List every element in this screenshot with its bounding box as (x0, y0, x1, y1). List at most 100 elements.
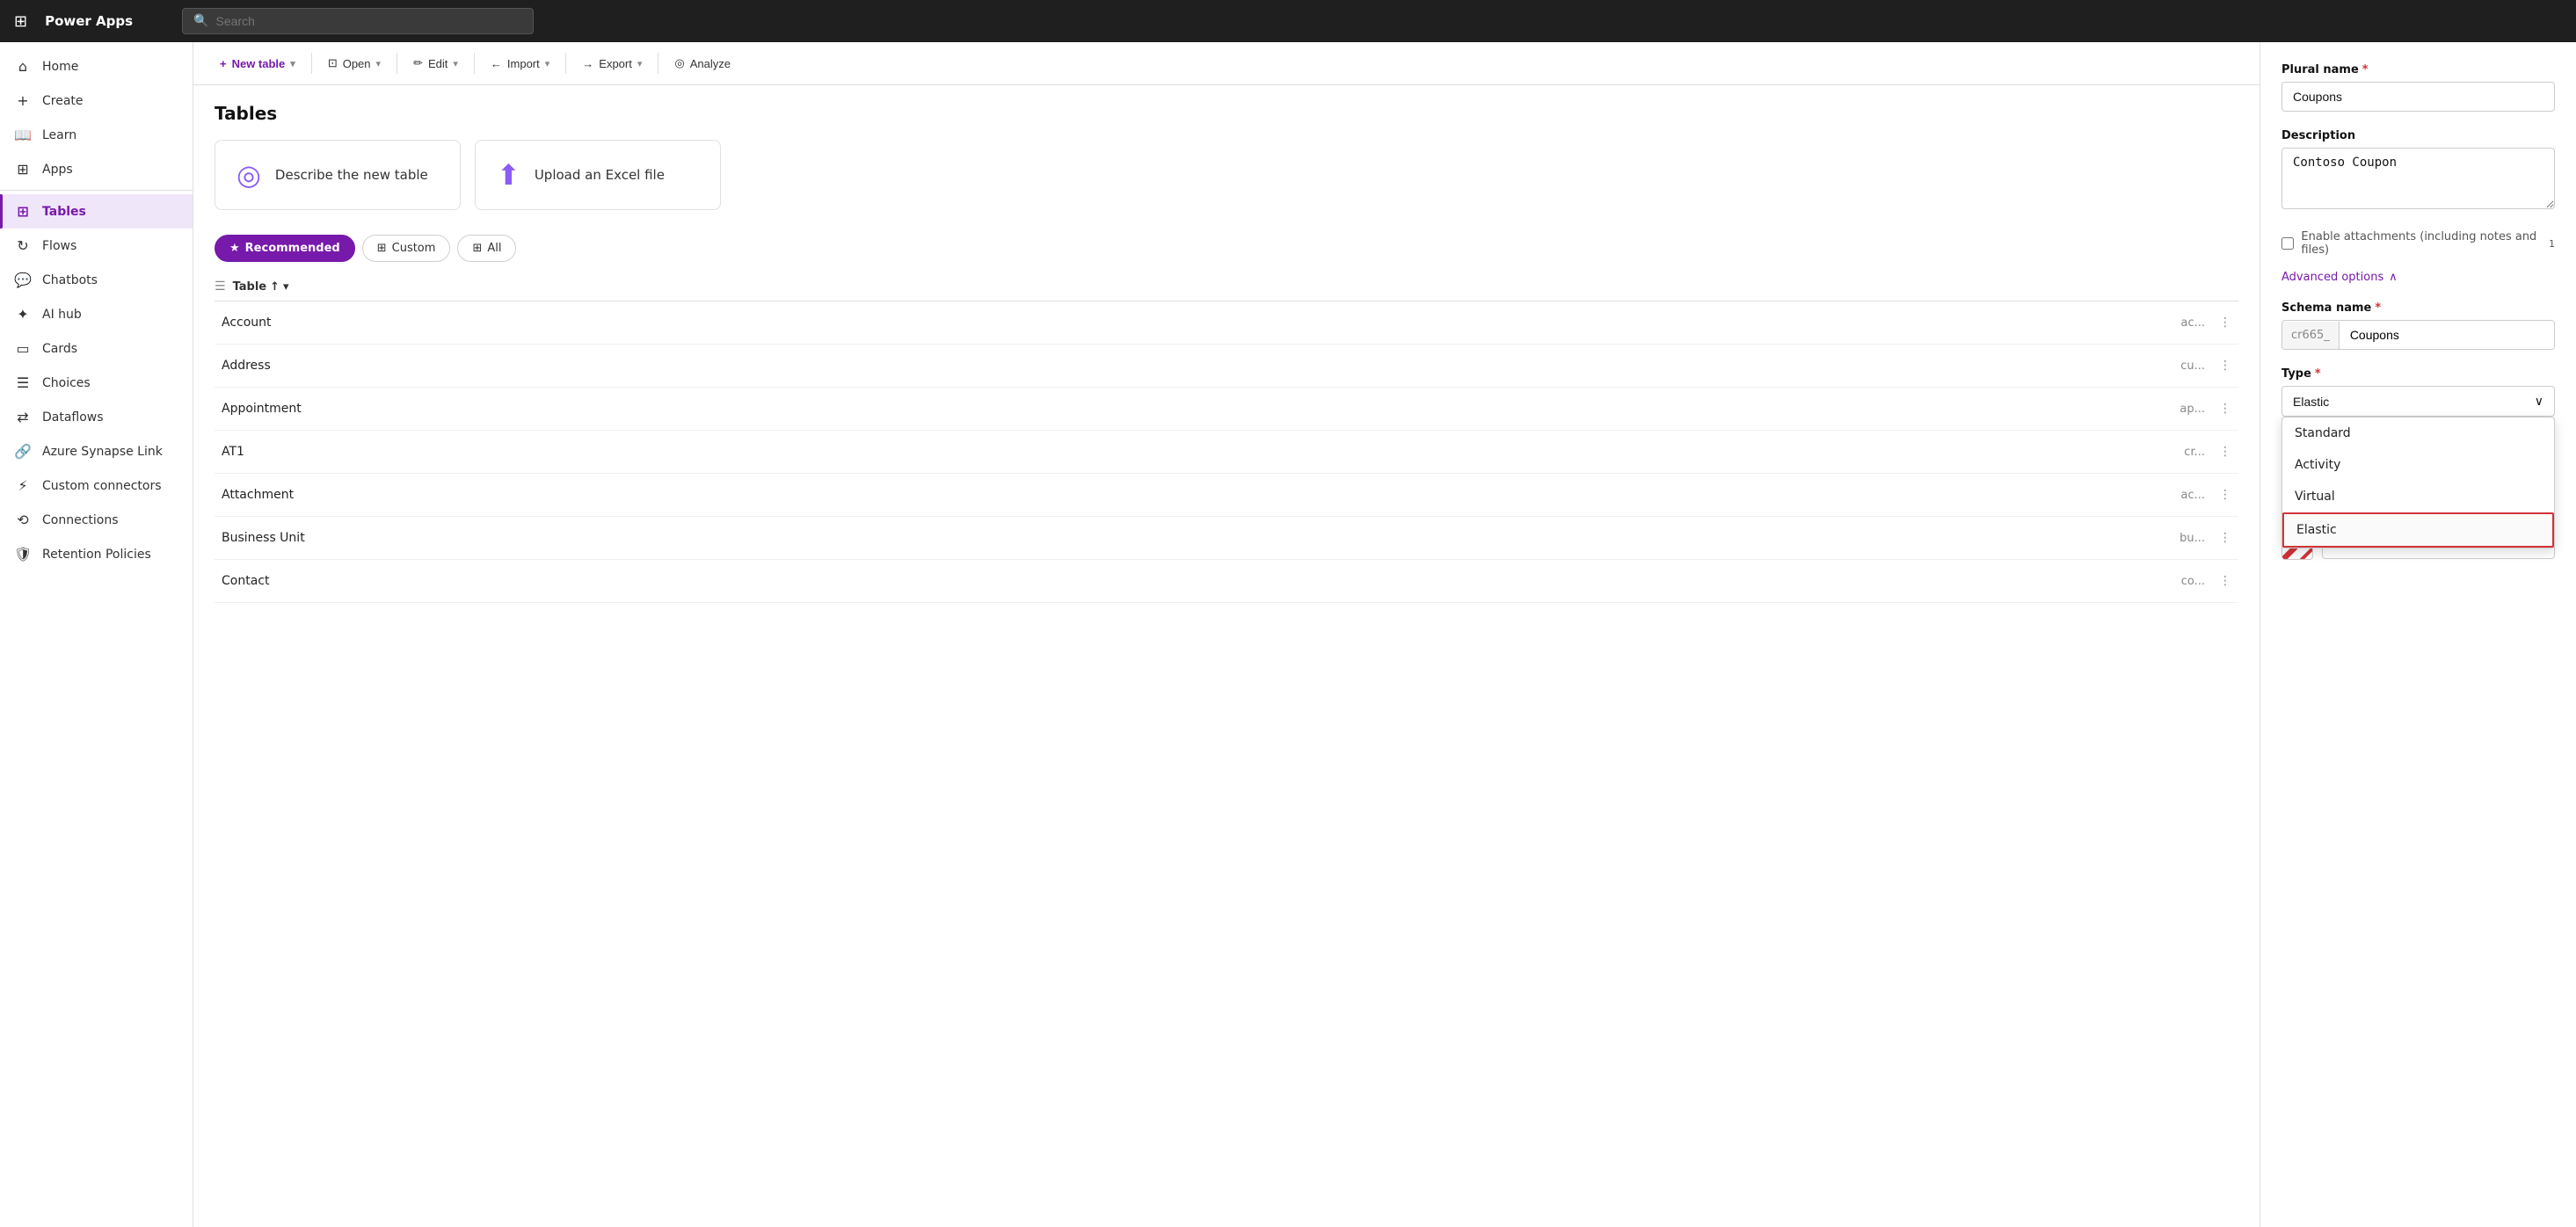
describe-table-card[interactable]: ◎ Describe the new table (215, 140, 461, 210)
flows-icon: ↻ (14, 237, 32, 254)
tab-all[interactable]: ⊞ All (457, 235, 516, 262)
waffle-icon[interactable]: ⊞ (11, 9, 31, 34)
list-icon: ☰ (215, 280, 226, 294)
sidebar-item-cards[interactable]: ▭ Cards (0, 331, 193, 366)
plural-name-input[interactable] (2281, 82, 2555, 112)
plus-icon: + (220, 57, 227, 70)
open-label: Open (343, 57, 371, 70)
page-title: Tables (193, 85, 2259, 133)
table-list-header: ☰ Table ↑ ▾ (215, 272, 2238, 301)
sort-up-icon: ↑ (270, 280, 280, 294)
sidebar-item-connections[interactable]: ⟲ Connections (0, 503, 193, 537)
description-textarea[interactable]: Contoso Coupon (2281, 148, 2555, 209)
schema-name-group: Schema name * cr665_ (2281, 301, 2555, 350)
table-row[interactable]: AT1 cr... ⋮ (215, 431, 2238, 474)
all-label: All (487, 242, 501, 255)
sidebar-label-home: Home (42, 60, 78, 74)
schema-name-required: * (2375, 301, 2381, 315)
new-table-button[interactable]: + New table ▾ (211, 52, 304, 76)
type-option-virtual[interactable]: Virtual (2282, 481, 2554, 512)
create-icon: + (14, 92, 32, 109)
sidebar-item-chatbots[interactable]: 💬 Chatbots (0, 263, 193, 297)
table-col-sort[interactable]: Table ↑ ▾ (233, 280, 289, 294)
type-group: Type * Elastic ∨ Standard Activity Virtu (2281, 367, 2555, 417)
table-row-code: co... (2159, 575, 2212, 588)
table-row[interactable]: Account ac... ⋮ (215, 301, 2238, 345)
toolbar-sep-5 (658, 53, 659, 74)
sidebar-label-chatbots: Chatbots (42, 273, 98, 287)
enable-attachments-label: Enable attachments (including notes and … (2301, 230, 2542, 257)
type-select-button[interactable]: Elastic ∨ (2281, 386, 2555, 417)
toolbar-sep-3 (474, 53, 475, 74)
type-option-activity[interactable]: Activity (2282, 449, 2554, 481)
upload-excel-icon: ⬆ (497, 158, 520, 192)
sidebar-label-learn: Learn (42, 128, 76, 142)
description-group: Description Contoso Coupon (2281, 129, 2555, 213)
enable-attachments-checkbox[interactable] (2281, 236, 2294, 250)
sidebar-item-dataflows[interactable]: ⇄ Dataflows (0, 400, 193, 434)
sidebar-item-customconnectors[interactable]: ⚡ Custom connectors (0, 468, 193, 503)
azuresynapse-icon: 🔗 (14, 443, 32, 460)
table-row-more-button[interactable]: ⋮ (2212, 441, 2238, 462)
aihub-icon: ✦ (14, 306, 32, 323)
advanced-options-toggle[interactable]: Advanced options ∧ (2281, 271, 2555, 284)
table-row[interactable]: Contact co... ⋮ (215, 560, 2238, 603)
tab-custom[interactable]: ⊞ Custom (362, 235, 451, 262)
table-row-code: bu... (2159, 532, 2212, 545)
search-input[interactable] (216, 14, 523, 28)
type-option-elastic[interactable]: Elastic (2282, 512, 2554, 548)
table-row-more-button[interactable]: ⋮ (2212, 398, 2238, 419)
table-row-name: Address (215, 359, 2159, 373)
main-content: + New table ▾ ⊡ Open ▾ ✏ Edit ▾ ← Import… (193, 42, 2259, 1227)
sidebar-item-flows[interactable]: ↻ Flows (0, 229, 193, 263)
schema-name-label-text: Schema name * (2281, 301, 2555, 315)
sidebar: ⌂ Home + Create 📖 Learn ⊞ Apps ⊞ Tables … (0, 42, 193, 1227)
type-option-standard[interactable]: Standard (2282, 417, 2554, 449)
edit-button[interactable]: ✏ Edit ▾ (404, 51, 467, 76)
sidebar-divider-1 (0, 190, 193, 191)
sidebar-item-retentionpolicies[interactable]: 🛡 Retention Policies (0, 537, 193, 571)
plural-name-label-text: Plural name * (2281, 63, 2555, 76)
upload-excel-card[interactable]: ⬆ Upload an Excel file (475, 140, 721, 210)
table-row-name: Contact (215, 574, 2159, 588)
table-row-more-button[interactable]: ⋮ (2212, 355, 2238, 376)
table-row[interactable]: Attachment ac... ⋮ (215, 474, 2238, 517)
sidebar-label-create: Create (42, 94, 84, 108)
table-row-more-button[interactable]: ⋮ (2212, 484, 2238, 505)
sidebar-label-retentionpolicies: Retention Policies (42, 548, 151, 562)
sidebar-item-create[interactable]: + Create (0, 83, 193, 118)
sidebar-item-learn[interactable]: 📖 Learn (0, 118, 193, 152)
export-label: Export (599, 57, 632, 70)
sidebar-item-azuresynapse[interactable]: 🔗 Azure Synapse Link (0, 434, 193, 468)
sidebar-label-aihub: AI hub (42, 308, 82, 322)
open-button[interactable]: ⊡ Open ▾ (319, 51, 389, 76)
recommended-icon: ★ (229, 242, 240, 255)
import-label: Import (507, 57, 540, 70)
sidebar-item-home[interactable]: ⌂ Home (0, 49, 193, 83)
table-row[interactable]: Address cu... ⋮ (215, 345, 2238, 388)
brand-label: Power Apps (45, 13, 133, 29)
toolbar-sep-1 (311, 53, 312, 74)
sidebar-item-choices[interactable]: ☰ Choices (0, 366, 193, 400)
sidebar-item-aihub[interactable]: ✦ AI hub (0, 297, 193, 331)
table-row-more-button[interactable]: ⋮ (2212, 570, 2238, 592)
analyze-button[interactable]: ◎ Analyze (666, 51, 739, 76)
advanced-options-label: Advanced options (2281, 271, 2383, 284)
schema-name-input[interactable] (2340, 321, 2554, 349)
table-row-more-button[interactable]: ⋮ (2212, 527, 2238, 548)
sidebar-item-tables[interactable]: ⊞ Tables (0, 194, 193, 229)
toolbar: + New table ▾ ⊡ Open ▾ ✏ Edit ▾ ← Import… (193, 42, 2259, 85)
table-row[interactable]: Business Unit bu... ⋮ (215, 517, 2238, 560)
sidebar-item-apps[interactable]: ⊞ Apps (0, 152, 193, 186)
table-row-more-button[interactable]: ⋮ (2212, 312, 2238, 333)
topbar: ⊞ Power Apps 🔍 (0, 0, 2576, 42)
new-table-chevron: ▾ (290, 58, 295, 69)
analyze-label: Analyze (690, 57, 731, 70)
column-header-label: Table (233, 280, 267, 294)
tab-recommended[interactable]: ★ Recommended (215, 235, 355, 262)
table-cards: ◎ Describe the new table ⬆ Upload an Exc… (193, 133, 2259, 228)
table-row[interactable]: Appointment ap... ⋮ (215, 388, 2238, 431)
import-button[interactable]: ← Import ▾ (482, 52, 558, 76)
export-button[interactable]: → Export ▾ (573, 52, 651, 76)
search-bar[interactable]: 🔍 (182, 8, 534, 34)
